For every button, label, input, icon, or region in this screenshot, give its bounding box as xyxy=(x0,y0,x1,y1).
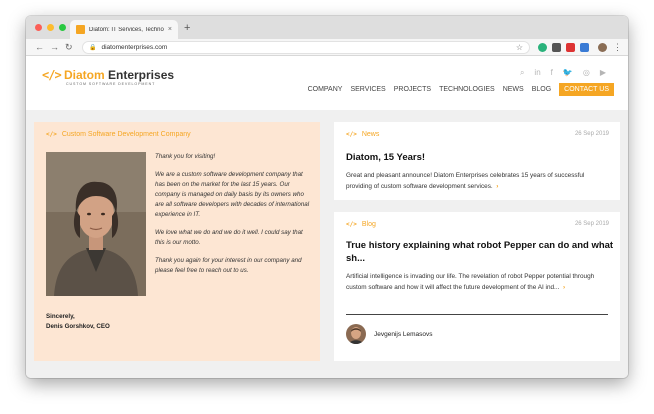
browser-menu-icon[interactable]: ⋮ xyxy=(613,41,622,53)
nav-technologies[interactable]: TECHNOLOGIES xyxy=(439,86,495,93)
social-links: ⌕ in f 🐦 ◎ ▶ xyxy=(520,68,606,78)
tab-title: Diatom: IT Services, Technolog xyxy=(89,26,164,33)
signoff-line: Sincerely, xyxy=(46,313,75,320)
address-bar[interactable]: 🔒 diatomenterprises.com ☆ xyxy=(82,41,530,54)
twitter-icon[interactable]: 🐦 xyxy=(563,68,573,78)
letter-paragraph: We love what we do and we do it well. I … xyxy=(155,229,303,246)
intro-heading: </> Custom Software Development Company xyxy=(46,131,191,138)
blog-card[interactable]: </> Blog 26 Sep 2019 True history explai… xyxy=(334,212,620,361)
code-icon: </> xyxy=(346,221,357,228)
back-icon[interactable]: ← xyxy=(35,41,44,53)
browser-toolbar: ← → ↻ 🔒 diatomenterprises.com ☆ ⋮ xyxy=(26,39,628,56)
blog-date: 26 Sep 2019 xyxy=(574,221,609,227)
contact-us-button[interactable]: CONTACT US xyxy=(559,83,614,96)
forward-icon[interactable]: → xyxy=(50,41,59,53)
author-divider xyxy=(346,314,608,315)
blog-label[interactable]: Blog xyxy=(362,221,376,228)
profile-avatar-icon[interactable] xyxy=(598,43,607,52)
logo-tagline: CUSTOM SOFTWARE DEVELOPMENT xyxy=(66,82,156,86)
nav-news[interactable]: NEWS xyxy=(503,86,524,93)
youtube-icon[interactable]: ▶ xyxy=(600,68,606,78)
nav-company[interactable]: COMPANY xyxy=(308,86,343,93)
blog-tag: </> Blog xyxy=(346,221,376,228)
nav-blog[interactable]: BLOG xyxy=(532,86,551,93)
welcome-letter: Thank you for visiting! We are a custom … xyxy=(155,152,313,284)
new-tab-button[interactable]: + xyxy=(184,21,190,35)
logo-code-icon: </> xyxy=(42,68,62,82)
extension-grammarly-icon[interactable] xyxy=(538,43,547,52)
main-nav: COMPANY SERVICES PROJECTS TECHNOLOGIES N… xyxy=(308,83,614,96)
extension-pdf-icon[interactable] xyxy=(566,43,575,52)
favicon-icon xyxy=(76,25,85,34)
tab-strip: Diatom: IT Services, Technolog × + xyxy=(26,16,628,39)
news-card[interactable]: </> News 26 Sep 2019 Diatom, 15 Years! G… xyxy=(334,122,620,200)
read-more-arrow-icon[interactable]: › xyxy=(496,183,498,190)
letter-paragraph: Thank you again for your interest in our… xyxy=(155,257,302,274)
content-area: </> Custom Software Development Company xyxy=(26,110,628,378)
tab-close-icon[interactable]: × xyxy=(168,26,172,33)
code-icon: </> xyxy=(46,131,57,138)
nav-projects[interactable]: PROJECTS xyxy=(394,86,431,93)
news-tag: </> News xyxy=(346,131,379,138)
blog-excerpt: Artificial intelligence is invading our … xyxy=(346,273,595,291)
news-date: 26 Sep 2019 xyxy=(574,131,609,137)
ceo-photo xyxy=(46,152,146,296)
author-name[interactable]: Jevgenijs Lemasovs xyxy=(374,331,433,338)
intro-panel: </> Custom Software Development Company xyxy=(34,122,320,361)
letter-paragraph: Thank you for visiting! xyxy=(155,153,216,160)
minimize-window-button[interactable] xyxy=(47,24,54,31)
nav-services[interactable]: SERVICES xyxy=(350,86,385,93)
extension-stack-icon[interactable] xyxy=(552,43,561,52)
lock-icon: 🔒 xyxy=(89,45,97,51)
linkedin-icon[interactable]: in xyxy=(534,68,540,78)
extension-screen-icon[interactable] xyxy=(580,43,589,52)
news-label[interactable]: News xyxy=(362,131,380,138)
blog-title[interactable]: True history explaining what robot Peppe… xyxy=(346,239,616,265)
letter-paragraph: We are a custom software development com… xyxy=(155,171,310,218)
letter-signoff: Sincerely, Denis Gorshkov, CEO xyxy=(46,312,110,332)
intro-heading-label: Custom Software Development Company xyxy=(61,131,191,138)
code-icon: </> xyxy=(346,131,357,138)
url-text[interactable]: diatomenterprises.com xyxy=(101,44,515,51)
close-window-button[interactable] xyxy=(35,24,42,31)
read-more-arrow-icon[interactable]: › xyxy=(563,284,565,291)
news-excerpt: Great and pleasant announce! Diatom Ente… xyxy=(346,172,585,190)
author-avatar xyxy=(346,324,366,344)
bookmark-star-icon[interactable]: ☆ xyxy=(516,43,523,52)
window-controls xyxy=(35,24,66,31)
logo-name: Diatom Enterprises xyxy=(64,68,175,82)
browser-tab[interactable]: Diatom: IT Services, Technolog × xyxy=(70,20,178,39)
maximize-window-button[interactable] xyxy=(59,24,66,31)
signoff-signature: Denis Gorshkov, CEO xyxy=(46,323,110,330)
news-title[interactable]: Diatom, 15 Years! xyxy=(346,151,425,164)
reload-icon[interactable]: ↻ xyxy=(65,41,73,53)
facebook-icon[interactable]: f xyxy=(551,68,553,78)
browser-window: Diatom: IT Services, Technolog × + ← → ↻… xyxy=(26,16,628,378)
instagram-icon[interactable]: ◎ xyxy=(583,68,590,78)
search-icon[interactable]: ⌕ xyxy=(520,68,524,78)
